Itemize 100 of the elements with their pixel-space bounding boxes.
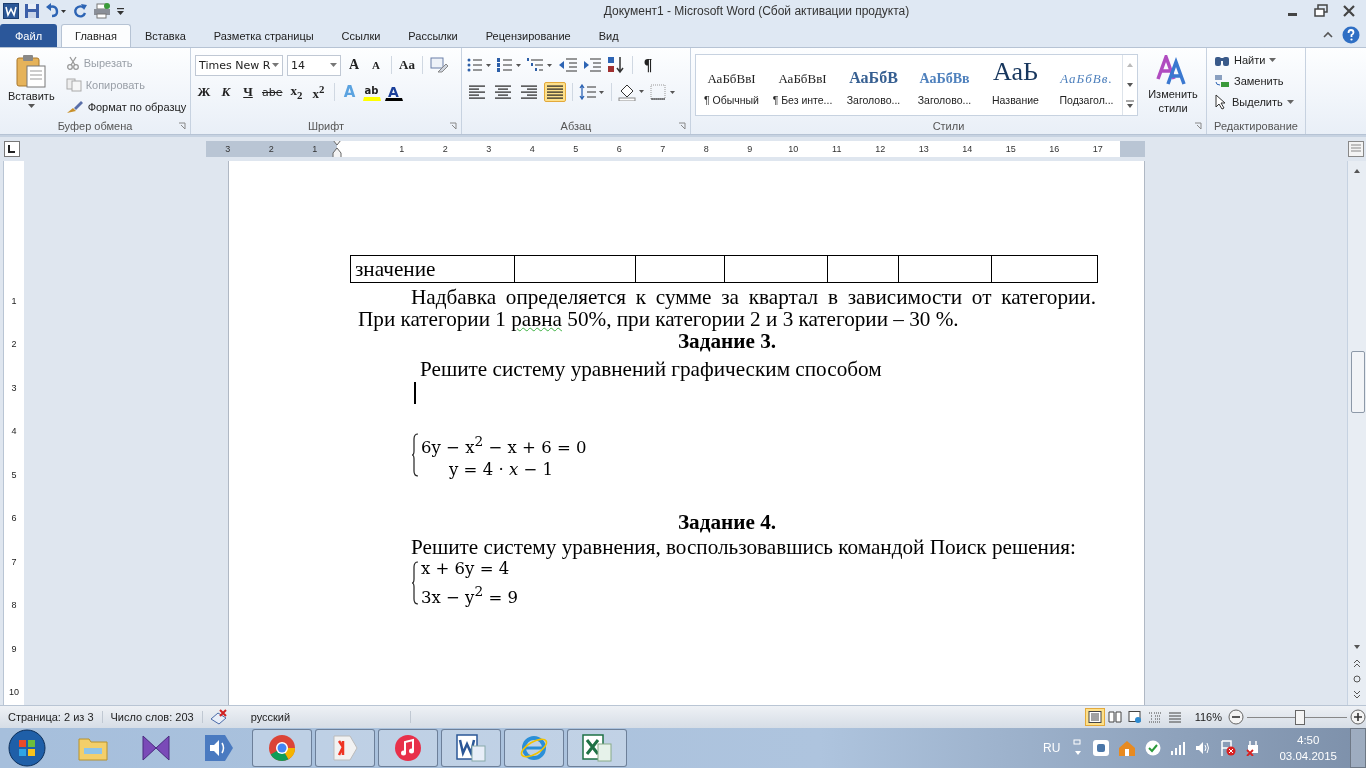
shading-icon[interactable] xyxy=(618,83,646,101)
grow-font-button[interactable]: A xyxy=(345,55,363,75)
line-spacing-icon[interactable] xyxy=(579,84,605,100)
style-item[interactable]: АаБбВв Заголово... xyxy=(909,55,980,115)
word-count[interactable]: Число слов: 203 xyxy=(102,711,203,723)
dialog-launcher-icon[interactable] xyxy=(449,122,457,130)
zoom-in-icon[interactable] xyxy=(1350,709,1366,725)
taskbar-button[interactable] xyxy=(567,729,627,767)
zoom-level[interactable]: 116% xyxy=(1184,711,1228,723)
excel-icon xyxy=(582,734,612,762)
group-label: Абзац xyxy=(560,120,592,132)
ribbon-tab[interactable]: Главная xyxy=(61,24,131,47)
increase-indent-icon[interactable] xyxy=(582,57,602,73)
format-button[interactable]: x$_{2}$ xyxy=(287,82,306,102)
ribbon-tab[interactable]: Ссылки xyxy=(327,24,395,47)
previous-page-icon[interactable] xyxy=(1351,657,1363,669)
dialog-launcher-icon[interactable] xyxy=(178,122,186,130)
font-name-field[interactable]: Times New R xyxy=(195,54,283,76)
indent-marker-icon[interactable] xyxy=(331,141,342,157)
flag-error-icon[interactable] xyxy=(1220,740,1237,756)
multilevel-list-icon[interactable] xyxy=(526,57,554,73)
ribbon-tab[interactable]: Вставка xyxy=(130,24,200,47)
numbering-icon[interactable] xyxy=(496,57,522,73)
zoom-slider-thumb[interactable] xyxy=(1295,709,1305,725)
tab-selector-icon[interactable] xyxy=(4,141,20,157)
sort-icon[interactable] xyxy=(606,56,626,74)
ruler-number: 13 xyxy=(902,141,946,157)
scroll-thumb[interactable] xyxy=(1351,351,1365,413)
group-label: Стили xyxy=(932,120,965,132)
print-view-button[interactable] xyxy=(1084,708,1105,726)
language-indicator[interactable]: русский xyxy=(228,711,412,723)
format-button[interactable]: Ч xyxy=(239,82,257,102)
ruler-number: 6 xyxy=(11,512,17,526)
zoom-out-icon[interactable] xyxy=(1228,709,1244,725)
page-count[interactable]: Страница: 2 из 3 xyxy=(0,711,103,723)
style-item[interactable]: АаБбВв. Подзагол... xyxy=(1051,55,1122,115)
ribbon-tab[interactable]: Рецензирование xyxy=(471,24,585,47)
checkmark-icon[interactable] xyxy=(1145,740,1162,756)
dialog-launcher-icon[interactable] xyxy=(678,122,686,130)
volume-icon[interactable] xyxy=(1195,741,1212,755)
style-item[interactable]: АаБбВвI ¶ Без инте... xyxy=(767,55,838,115)
start-button-icon[interactable] xyxy=(8,729,46,767)
show-formatting-button[interactable]: ¶ xyxy=(639,55,657,75)
find-button[interactable]: Найти xyxy=(1211,50,1301,70)
view-ruler-icon[interactable] xyxy=(1348,141,1364,157)
change-case-button[interactable]: Aa xyxy=(398,55,416,75)
ruler-number: 1 xyxy=(11,294,17,308)
house-icon[interactable] xyxy=(1118,740,1137,756)
ribbon-tab[interactable]: Рассылки xyxy=(394,24,472,47)
redo-icon[interactable] xyxy=(72,3,88,19)
font-size-field[interactable]: 14 xyxy=(287,54,341,76)
next-page-icon[interactable] xyxy=(1351,689,1363,701)
collapse-ribbon-icon[interactable] xyxy=(1322,30,1334,40)
style-item[interactable]: АаБбВвI ¶ Обычный xyxy=(696,55,767,115)
help-icon[interactable] xyxy=(1342,26,1360,44)
ruler-number: 1 xyxy=(380,141,424,157)
word-logo-icon[interactable] xyxy=(3,3,19,19)
borders-icon[interactable] xyxy=(650,84,678,100)
group-label: Буфер обмена xyxy=(57,120,133,132)
style-item[interactable]: АаЬ Название xyxy=(980,55,1051,115)
decrease-indent-icon[interactable] xyxy=(558,57,578,73)
printer-icon[interactable] xyxy=(93,3,111,19)
format-button[interactable]: abe xyxy=(261,82,284,102)
signal-bars-icon[interactable] xyxy=(1170,741,1187,755)
format-button[interactable]: Ж xyxy=(195,82,213,102)
task-heading: Задание 3. xyxy=(677,330,778,352)
format-button[interactable]: x$^{2}$ xyxy=(309,82,328,102)
customize-toolbar-icon[interactable] xyxy=(116,5,125,17)
paste-button[interactable]: Вставить xyxy=(4,51,59,118)
bowtie-icon xyxy=(141,735,171,761)
undo-icon[interactable] xyxy=(45,3,67,19)
browse-object-icon[interactable] xyxy=(1351,673,1363,685)
font-color-button[interactable]: A xyxy=(384,83,403,101)
file-tab[interactable]: Файл xyxy=(0,24,58,47)
style-item[interactable]: АаБбВ Заголово... xyxy=(838,55,909,115)
clipboard-icon xyxy=(15,54,48,88)
change-styles-button[interactable]: Изменить стили xyxy=(1144,54,1202,118)
shrink-font-button[interactable]: A xyxy=(367,55,385,75)
ribbon-tab[interactable]: Разметка страницы xyxy=(199,24,328,47)
highlight-button[interactable]: ab xyxy=(362,83,381,101)
ruler-number: 3 xyxy=(11,381,17,395)
ribbon-tab[interactable]: Вид xyxy=(584,24,633,47)
replace-button[interactable]: Заменить xyxy=(1211,71,1301,91)
painter-button[interactable]: Формат по образцу xyxy=(62,97,190,117)
taskbar-button[interactable] xyxy=(441,729,501,767)
ruler-number: 6 xyxy=(597,141,641,157)
dialog-launcher-icon[interactable] xyxy=(1194,122,1202,130)
taskbar-button[interactable] xyxy=(378,729,438,767)
save-icon[interactable] xyxy=(24,3,40,19)
group-label: Редактирование xyxy=(1214,120,1298,132)
paintbrush-icon xyxy=(65,100,84,114)
format-button[interactable]: К xyxy=(217,82,235,102)
bullets-icon[interactable] xyxy=(466,57,492,73)
clear-formatting-icon[interactable] xyxy=(429,56,449,74)
align-justify-button[interactable] xyxy=(544,82,566,102)
proofing-error-icon[interactable] xyxy=(208,709,229,725)
taskbar-button[interactable] xyxy=(315,729,375,767)
select-button[interactable]: Выделить xyxy=(1211,92,1301,112)
vertical-scrollbar[interactable] xyxy=(1347,161,1366,705)
speaker-icon xyxy=(204,734,234,762)
